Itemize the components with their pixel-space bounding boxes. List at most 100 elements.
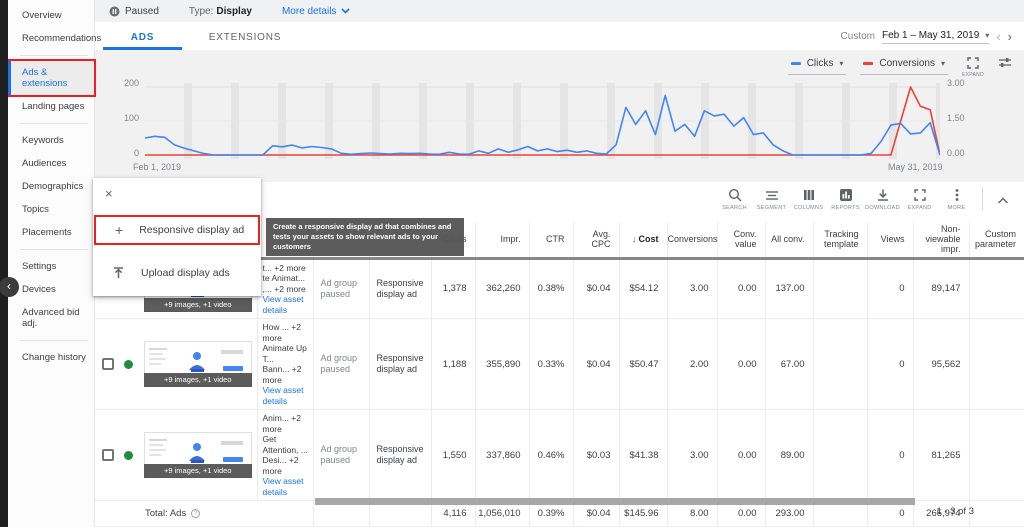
sort-desc-icon: ↓ xyxy=(632,234,637,245)
row-checkbox[interactable] xyxy=(102,358,114,370)
enabled-status-dot xyxy=(123,359,133,369)
conversions-value: 3.00 xyxy=(666,257,717,319)
sidebar-item-change-history[interactable]: Change history xyxy=(8,346,94,369)
download-button[interactable]: DOWNLOAD xyxy=(864,188,901,211)
expand-icon xyxy=(967,57,979,69)
avg-cpc-value: $0.04 xyxy=(572,318,619,410)
download-label: DOWNLOAD xyxy=(865,204,900,211)
date-range-picker: Custom Feb 1 – May 31, 2019 ▾ ‹ › xyxy=(841,29,1012,44)
download-icon xyxy=(877,189,888,201)
chart-plot-area[interactable] xyxy=(145,83,940,159)
col-header-cost[interactable]: ↓ Cost xyxy=(618,222,667,260)
caret-down-icon: ▾ xyxy=(985,30,990,40)
ad-text-cell: t... +2 more te Animat... ,... +2 more V… xyxy=(256,257,313,319)
view-asset-details-link[interactable]: View asset details xyxy=(263,476,312,497)
prev-period-button[interactable]: ‹ xyxy=(996,29,1000,44)
sidebar-item-demographics[interactable]: Demographics xyxy=(8,175,94,198)
performance-chart: Clicks ▾ Conversions ▾ EXPAND 200 100 0 … xyxy=(95,50,1024,182)
caret-down-icon: ▾ xyxy=(839,59,844,68)
sidebar-item-landing-pages[interactable]: Landing pages xyxy=(8,95,94,118)
more-details-button[interactable]: More details xyxy=(282,6,351,17)
sidebar-item-ads-extensions[interactable]: Ads & extensions xyxy=(8,61,94,95)
x-axis-end-label: May 31, 2019 xyxy=(888,162,943,172)
sidebar-item-recommendations[interactable]: Recommendations xyxy=(8,27,101,50)
expand-chart-button[interactable]: EXPAND xyxy=(962,57,984,78)
view-asset-details-link[interactable]: View asset details xyxy=(263,385,312,406)
reports-icon xyxy=(839,188,852,201)
col-header-conv-value[interactable]: Conv. value xyxy=(716,222,765,260)
search-button[interactable]: SEARCH xyxy=(716,188,753,211)
col-header-non-viewable-impr[interactable]: Non-viewable impr. xyxy=(912,222,969,260)
clicks-value: 1,550 xyxy=(430,409,475,501)
clicks-line xyxy=(145,94,940,156)
sidebar-item-devices[interactable]: Devices xyxy=(8,278,94,301)
col-header-all-conv[interactable]: All conv. xyxy=(764,222,813,260)
sidebar-divider xyxy=(20,340,88,341)
tab-extensions[interactable]: EXTENSIONS xyxy=(190,22,300,50)
date-range-text: Feb 1 – May 31, 2019 xyxy=(882,29,980,41)
col-header-views[interactable]: Views xyxy=(866,222,913,260)
horizontal-scrollbar[interactable] xyxy=(315,498,915,505)
conversions-series-swatch xyxy=(863,62,874,65)
expand-table-button[interactable]: EXPAND xyxy=(901,188,938,211)
ad-thumbnail[interactable]: +9 images, +1 video xyxy=(143,432,252,478)
row-checkbox[interactable] xyxy=(102,449,114,461)
views-value: 0 xyxy=(866,409,913,501)
ad-headline: t... +2 more xyxy=(262,262,306,273)
col-header-custom-parameter[interactable]: Custom parameter xyxy=(968,222,1024,260)
date-range-value[interactable]: Feb 1 – May 31, 2019 ▾ xyxy=(882,29,990,44)
sidebar-item-placements[interactable]: Placements xyxy=(8,221,94,244)
tab-ads[interactable]: ADS xyxy=(95,22,190,50)
view-asset-details-link[interactable]: View asset details xyxy=(263,294,312,315)
menu-item-label: Responsive display ad xyxy=(139,224,245,236)
menu-item-upload-display-ads[interactable]: Upload display ads xyxy=(93,258,261,288)
more-vertical-icon xyxy=(955,188,958,201)
columns-button[interactable]: COLUMNS xyxy=(790,188,827,211)
segment-icon xyxy=(765,190,778,200)
paused-label: Paused xyxy=(125,5,159,17)
chart-settings-button[interactable] xyxy=(998,57,1012,69)
col-header-tracking-template[interactable]: Tracking template xyxy=(812,222,867,260)
ad-row-2: +9 images, +1 video How ... +2 more Anim… xyxy=(95,318,1024,410)
help-icon[interactable]: ? xyxy=(191,509,201,518)
collapse-table-button[interactable] xyxy=(990,193,1016,205)
metric-selector-clicks[interactable]: Clicks ▾ xyxy=(787,55,847,75)
collapse-nav-button[interactable]: ‹ xyxy=(0,277,19,297)
ad-thumbnail[interactable]: +9 images, +1 video xyxy=(143,341,252,387)
sidebar-item-overview[interactable]: Overview xyxy=(8,4,94,27)
more-button[interactable]: MORE xyxy=(938,188,975,211)
ad-text-cell: How ... +2 more Animate Up T... Bann... … xyxy=(256,318,313,410)
ad-headline: Anim... +2 more xyxy=(262,413,302,434)
cost-value: $41.38 xyxy=(618,409,667,501)
ad-headline: Get Attention, ... xyxy=(262,434,308,455)
menu-item-responsive-display-ad[interactable]: + Responsive display ad xyxy=(94,215,260,245)
avg-cpc-value: $0.03 xyxy=(572,409,619,501)
reports-button[interactable]: REPORTS xyxy=(827,188,864,211)
sidebar-item-advanced-bid-adj[interactable]: Advanced bid adj. xyxy=(8,301,94,335)
col-header-impr[interactable]: Impr. xyxy=(474,222,529,260)
sidebar-item-keywords[interactable]: Keywords xyxy=(8,129,94,152)
sidebar-item-topics[interactable]: Topics xyxy=(8,198,94,221)
sidebar-item-audiences[interactable]: Audiences xyxy=(8,152,94,175)
views-value: 0 xyxy=(866,257,913,319)
metric-selector-conversions[interactable]: Conversions ▾ xyxy=(860,55,948,75)
columns-label: COLUMNS xyxy=(793,204,824,211)
col-header-conversions[interactable]: Conversions xyxy=(666,222,718,260)
ad-status-cell: Ad group paused xyxy=(312,318,369,410)
toolbar-divider xyxy=(982,187,983,211)
ctr-value: 0.46% xyxy=(528,409,573,501)
close-icon[interactable]: × xyxy=(105,186,113,201)
total-label: Total: Ads xyxy=(145,508,187,519)
asset-count-badge: +9 images, +1 video xyxy=(143,297,252,312)
col-header-ctr[interactable]: CTR xyxy=(528,222,573,260)
segment-button[interactable]: SEGMENT xyxy=(753,188,790,211)
sidebar-item-settings[interactable]: Settings xyxy=(8,255,94,278)
tabs-row: ADS EXTENSIONS Custom Feb 1 – May 31, 20… xyxy=(95,22,1024,50)
conversions-value: 2.00 xyxy=(666,318,717,410)
ad-type-cell: Responsive display ad xyxy=(368,257,431,319)
search-icon xyxy=(728,188,741,201)
next-period-button[interactable]: › xyxy=(1008,29,1012,44)
right-axis-tick-0: 0.00 xyxy=(947,148,965,158)
menu-item-label: Upload display ads xyxy=(141,267,230,279)
col-header-avg-cpc[interactable]: Avg. CPC xyxy=(572,222,619,260)
